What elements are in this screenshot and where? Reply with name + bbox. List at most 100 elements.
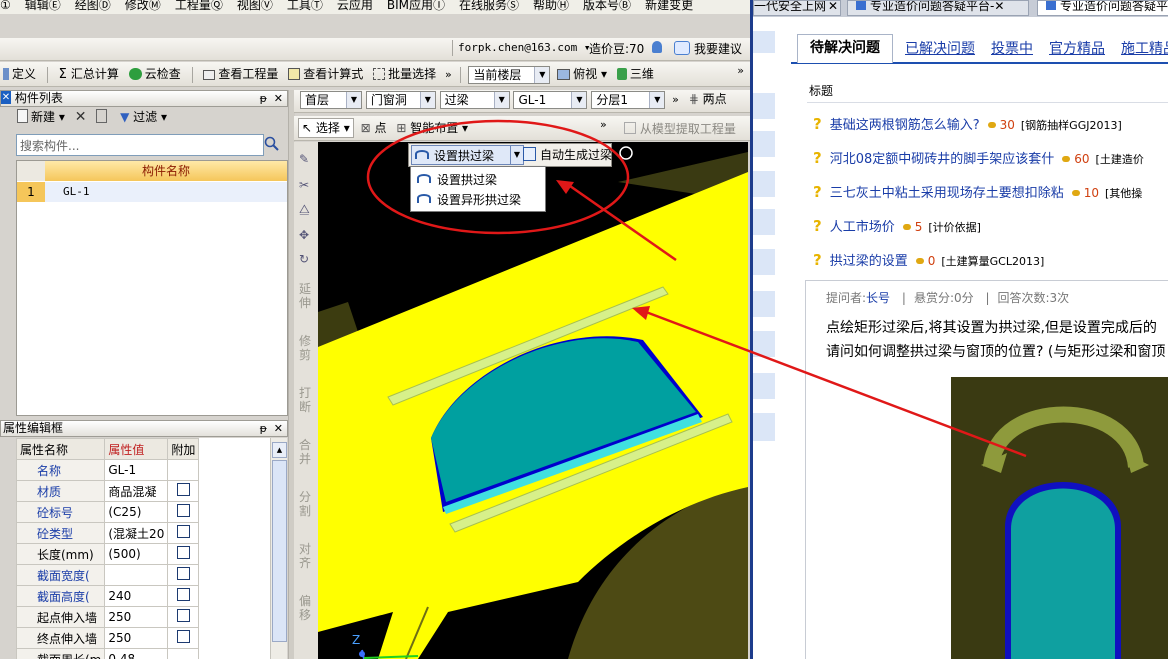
three-d-button[interactable]: 三维 bbox=[614, 65, 657, 83]
scissors-icon[interactable]: ✂ bbox=[299, 178, 309, 192]
property-row[interactable]: 起点伸入墙 250 bbox=[16, 606, 200, 628]
view-quantity-button[interactable]: 查看工程量 bbox=[200, 65, 281, 83]
menu-item[interactable]: 帮助Ⓗ bbox=[533, 0, 569, 12]
question-list-item[interactable]: ? 基础这两根钢筋怎么输入? 30 [钢筋抽样GGJ2013] bbox=[813, 114, 1153, 144]
view-formula-button[interactable]: 查看计算式 bbox=[285, 65, 366, 83]
close-icon[interactable]: ✕ bbox=[274, 421, 283, 436]
question-title-link[interactable]: 基础这两根钢筋怎么输入? bbox=[830, 118, 980, 133]
mirror-icon[interactable]: ⧋ bbox=[299, 202, 310, 217]
checkbox[interactable] bbox=[176, 630, 190, 643]
checkbox[interactable] bbox=[176, 546, 190, 559]
property-value[interactable]: 0.48 bbox=[104, 648, 169, 659]
property-row[interactable]: 终点伸入墙 250 bbox=[16, 627, 200, 649]
question-title-link[interactable]: 人工市场价 bbox=[830, 220, 895, 235]
vertical-tool-button[interactable]: 分 割 bbox=[298, 490, 312, 542]
vertical-tool-button[interactable]: 延 伸 bbox=[298, 282, 312, 334]
account-email[interactable]: forpk.chen@163.com ▾ bbox=[458, 41, 590, 54]
vertical-tool-button[interactable]: 合 并 bbox=[298, 438, 312, 490]
auto-generate-lintel-button[interactable]: 自动生成过梁 bbox=[517, 146, 612, 163]
checkbox[interactable] bbox=[176, 567, 190, 580]
property-row[interactable]: 砼标号 (C25) bbox=[16, 501, 200, 523]
pin-icon[interactable]: ᵽ bbox=[260, 421, 267, 436]
vertical-tool-button[interactable]: 打 断 bbox=[298, 386, 312, 438]
define-button[interactable]: 定义 bbox=[0, 65, 39, 83]
filter-button[interactable]: ▼ 过滤 ▾ bbox=[117, 108, 170, 126]
copy-icon[interactable] bbox=[93, 108, 113, 126]
menu-item[interactable]: 工程量Ⓠ bbox=[175, 0, 223, 12]
delete-icon[interactable]: ✕ bbox=[72, 108, 90, 126]
menu-item[interactable]: 版本号Ⓑ bbox=[583, 0, 631, 12]
asker-link[interactable]: 长号 bbox=[866, 291, 890, 305]
property-value[interactable]: (混凝土20 bbox=[104, 522, 169, 544]
summary-calc-button[interactable]: Σ 汇总计算 bbox=[56, 65, 122, 83]
menu-item[interactable]: 经图Ⓓ bbox=[75, 0, 111, 12]
menu-item-set-shaped-arch-lintel[interactable]: 设置异形拱过梁 bbox=[413, 189, 543, 208]
menu-item-set-arch-lintel[interactable]: 设置拱过梁 bbox=[413, 169, 543, 188]
scroll-up-icon[interactable]: ▲ bbox=[272, 442, 287, 458]
attached-screenshot[interactable] bbox=[951, 377, 1168, 659]
component-search-input[interactable]: 搜索构件... bbox=[16, 134, 264, 156]
menu-item[interactable]: BIM应用Ⓘ bbox=[387, 0, 445, 12]
question-title-link[interactable]: 河北08定额中砌砖井的脚手架应该套什 bbox=[830, 152, 1055, 167]
bell-icon[interactable] bbox=[652, 41, 662, 53]
property-row[interactable]: 截面宽度( bbox=[16, 564, 200, 586]
toolbar-overflow-icon[interactable]: » bbox=[669, 91, 682, 109]
pin-icon[interactable]: ᵽ bbox=[260, 91, 267, 106]
property-row[interactable]: 名称 GL-1 bbox=[16, 459, 200, 481]
close-icon[interactable]: ✕ bbox=[1, 91, 11, 104]
property-value[interactable]: 商品混凝 bbox=[104, 480, 169, 502]
property-value[interactable] bbox=[104, 564, 169, 586]
property-row[interactable]: 材质 商品混凝 bbox=[16, 480, 200, 502]
two-point-button[interactable]: ⋕ 两点 bbox=[686, 90, 730, 108]
item-combo[interactable]: GL-1 ▼ bbox=[513, 90, 588, 109]
search-icon[interactable] bbox=[264, 136, 280, 152]
property-row[interactable]: 砼类型 (混凝土20 bbox=[16, 522, 200, 544]
close-icon[interactable]: ✕ bbox=[274, 91, 283, 106]
top-view-button[interactable]: 俯视 ▾ bbox=[554, 65, 610, 83]
property-row[interactable]: 长度(mm) (500) bbox=[16, 543, 200, 565]
menu-item[interactable]: 修改Ⓜ bbox=[125, 0, 161, 12]
new-component-button[interactable]: 新建 ▾ bbox=[14, 108, 68, 126]
vertical-tool-button[interactable]: 偏 移 bbox=[298, 594, 312, 646]
question-title-link[interactable]: 拱过梁的设置 bbox=[830, 254, 908, 269]
checkbox[interactable] bbox=[176, 504, 190, 517]
suggest-link[interactable]: 我要建议 bbox=[694, 40, 742, 57]
question-list-item[interactable]: ? 人工市场价 5 [计价依据] bbox=[813, 216, 1153, 246]
rotate-icon[interactable]: ↻ bbox=[299, 252, 309, 266]
property-value[interactable]: 250 bbox=[104, 606, 169, 628]
scroll-thumb[interactable] bbox=[272, 460, 287, 642]
menu-item[interactable]: 新建变更 bbox=[645, 0, 693, 12]
point-button[interactable]: ⊠ 点 bbox=[358, 119, 390, 137]
menu-item[interactable]: 视图Ⓥ bbox=[237, 0, 273, 12]
property-value[interactable]: 250 bbox=[104, 627, 169, 649]
question-list-item[interactable]: ? 三七灰土中粘土采用现场存土要想扣除粘 10 [其他操 bbox=[813, 182, 1153, 212]
property-scrollbar[interactable]: ▲ bbox=[270, 438, 287, 659]
checkbox[interactable] bbox=[176, 483, 190, 496]
vertical-tool-button[interactable]: 修 剪 bbox=[298, 334, 312, 386]
toolbar-overflow-icon[interactable]: » bbox=[737, 64, 744, 77]
menu-item[interactable]: ① bbox=[0, 0, 11, 12]
checkbox[interactable] bbox=[176, 588, 190, 601]
drawing-viewport[interactable]: Z bbox=[318, 142, 748, 659]
checkbox[interactable] bbox=[176, 609, 190, 622]
property-value[interactable]: 240 bbox=[104, 585, 169, 607]
toolbar-overflow-icon[interactable]: » bbox=[445, 68, 452, 81]
property-value[interactable]: GL-1 bbox=[104, 459, 169, 481]
menu-item[interactable]: 辑辑Ⓔ bbox=[25, 0, 61, 12]
batch-select-button[interactable]: 批量选择 bbox=[370, 65, 439, 83]
property-value[interactable]: (C25) bbox=[104, 501, 169, 523]
toolbar-overflow-icon[interactable]: » bbox=[600, 118, 607, 131]
extract-quantity-button[interactable]: 从模型提取工程量 bbox=[624, 120, 736, 137]
question-list-item[interactable]: ? 拱过梁的设置 0 [土建算量GCL2013] bbox=[813, 250, 1153, 280]
property-row[interactable]: 截面高度(240 bbox=[16, 585, 200, 607]
pencil-icon[interactable]: ✎ bbox=[299, 152, 309, 166]
type-combo[interactable]: 过梁 ▼ bbox=[439, 90, 510, 109]
menu-item[interactable]: 云应用 bbox=[337, 0, 373, 12]
menu-item[interactable]: 在线服务Ⓢ bbox=[459, 0, 519, 12]
layer-combo[interactable]: 分层1 ▼ bbox=[591, 90, 666, 109]
smart-layout-button[interactable]: ⊞ 智能布置 ▾ bbox=[393, 119, 471, 137]
checkbox[interactable] bbox=[176, 525, 190, 538]
question-title-link[interactable]: 三七灰土中粘土采用现场存土要想扣除粘 bbox=[830, 186, 1064, 201]
move-icon[interactable]: ✥ bbox=[299, 228, 309, 242]
category-combo[interactable]: 门窗洞 ▼ bbox=[365, 90, 436, 109]
